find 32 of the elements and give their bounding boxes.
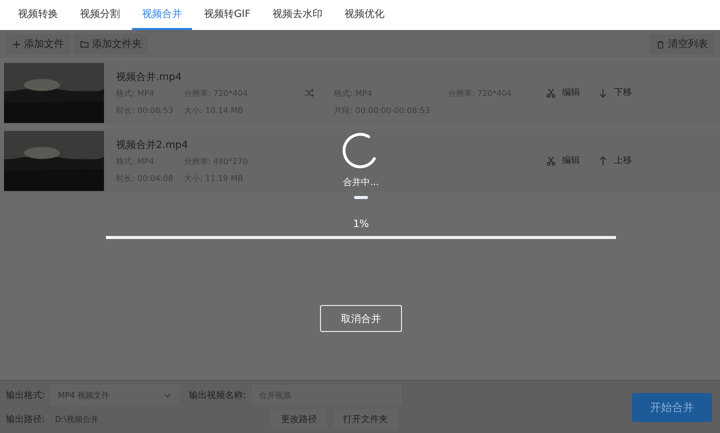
- progress-percent: 1%: [353, 219, 369, 230]
- folder-icon: [80, 40, 89, 48]
- scissors-icon: [546, 88, 556, 98]
- status-text: 合并中...: [343, 176, 379, 189]
- file-name: 视频合并2.mp4: [116, 138, 189, 152]
- field-label: 输出视频名称:: [189, 390, 246, 402]
- cancel-merge-button[interactable]: 取消合并: [320, 305, 402, 332]
- move-up-button[interactable]: 上移: [598, 154, 632, 167]
- edit-button[interactable]: 编辑: [546, 86, 580, 99]
- loading-bar: [354, 196, 368, 199]
- move-down-button[interactable]: 下移: [598, 86, 632, 99]
- edit-button[interactable]: 编辑: [546, 154, 580, 167]
- plus-icon: [12, 40, 21, 48]
- scissors-icon: [546, 156, 556, 166]
- clear-list-button[interactable]: 清空列表: [650, 34, 714, 54]
- arrow-down-icon: [598, 88, 608, 98]
- shuffle-icon: [304, 88, 314, 98]
- tab[interactable]: 视频优化: [334, 0, 394, 30]
- trash-icon: [656, 40, 665, 48]
- add-file-button[interactable]: 添加文件: [6, 34, 70, 54]
- field-label: 输出路径:: [6, 414, 46, 426]
- file-name: 视频合并.mp4: [116, 70, 183, 84]
- start-merge-button[interactable]: 开始合并: [632, 392, 712, 422]
- arrow-up-icon: [598, 156, 608, 166]
- change-path-button[interactable]: 更改路径: [271, 409, 328, 429]
- tab[interactable]: 视频去水印: [262, 0, 332, 30]
- add-folder-button[interactable]: 添加文件夹: [74, 34, 148, 54]
- field-label: 输出格式:: [6, 390, 46, 402]
- open-folder-button[interactable]: 打开文件夹: [333, 409, 398, 429]
- tab[interactable]: 视频分割: [70, 0, 130, 30]
- tab[interactable]: 视频转GIF: [194, 0, 260, 30]
- tab[interactable]: 视频转换: [8, 0, 68, 30]
